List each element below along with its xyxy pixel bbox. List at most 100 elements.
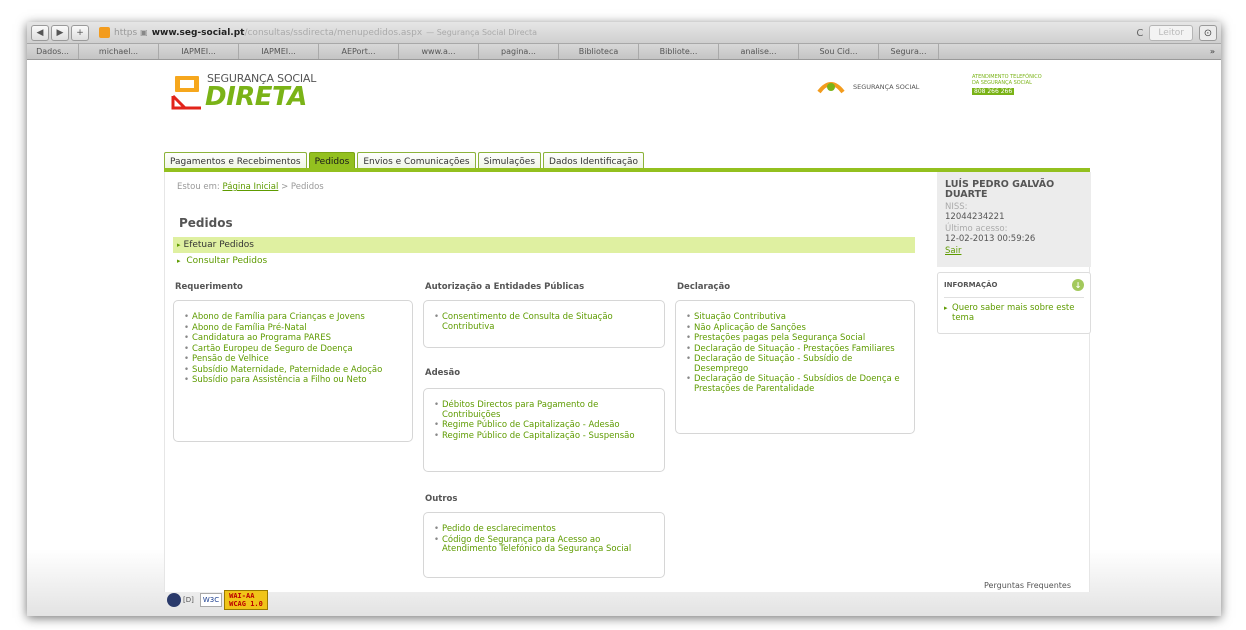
lock-icon: ▣ [140, 28, 148, 37]
bookmark-item[interactable]: IAPMEI... [159, 44, 239, 59]
back-button[interactable]: ◀ [31, 24, 49, 41]
list-item[interactable]: Abono de Família para Crianças e Jovens [182, 312, 404, 323]
bookmark-item[interactable]: Sou Cid... [799, 44, 879, 59]
requerimento-title: Requerimento [175, 282, 243, 292]
info-header: INFORMAÇÃO ↓ [944, 279, 1084, 298]
main-tabs: Pagamentos e Recebimentos Pedidos Envios… [164, 150, 646, 170]
breadcrumb: Estou em: Página Inicial > Pedidos [177, 182, 324, 192]
seguranca-social-brand[interactable]: SEGURANÇA SOCIAL [817, 78, 919, 96]
info-title: INFORMAÇÃO [944, 281, 998, 289]
list-item[interactable]: Débitos Directos para Pagamento de Contr… [432, 400, 656, 420]
bookmark-item[interactable]: michael... [79, 44, 159, 59]
page-content: SEGURANÇA SOCIAL DIRETA SEGURANÇA SOCIAL… [27, 60, 1221, 616]
footer-accessibility: [D] W3C WAI-AA WCAG 1.0 [167, 590, 268, 610]
list-item[interactable]: Pensão de Velhice [182, 354, 404, 365]
adesao-box: Débitos Directos para Pagamento de Contr… [423, 388, 665, 472]
bookmark-item[interactable]: IAPMEI... [239, 44, 319, 59]
breadcrumb-separator: > [281, 182, 289, 192]
d-link[interactable]: [D] [183, 596, 194, 604]
user-name: LUÍS PEDRO GALVÃO DUARTE [945, 179, 1055, 200]
list-item[interactable]: Código de Segurança para Acesso ao Atend… [432, 535, 656, 555]
list-item[interactable]: Candidatura ao Programa PARES [182, 333, 404, 344]
breadcrumb-home-link[interactable]: Página Inicial [223, 182, 279, 192]
wai-line1: WAI-AA [229, 592, 255, 600]
efetuar-pedidos-link[interactable]: ▸ Efetuar Pedidos [173, 237, 915, 253]
reload-icon[interactable]: C [1136, 28, 1143, 39]
bookmarks-bar: Dados... michael... IAPMEI... IAPMEI... … [27, 44, 1221, 60]
declaracao-title: Declaração [677, 282, 731, 292]
new-tab-button[interactable]: + [71, 24, 89, 41]
info-panel: INFORMAÇÃO ↓ Quero saber mais sobre este… [937, 272, 1091, 334]
outros-title: Outros [425, 494, 458, 504]
list-item[interactable]: Subsídio para Assistência a Filho ou Net… [182, 375, 404, 386]
browser-window: ◀ ▶ + https ▣ www.seg-social.pt /consult… [27, 22, 1221, 616]
list-item[interactable]: Consentimento de Consulta de Situação Co… [432, 312, 656, 332]
browser-toolbar: ◀ ▶ + https ▣ www.seg-social.pt /consult… [27, 22, 1221, 44]
phone-service-line2: DA SEGURANÇA SOCIAL [972, 80, 1032, 86]
niss-label: NISS: [945, 202, 968, 212]
wai-line2: WCAG 1.0 [229, 600, 263, 608]
list-item[interactable]: Subsídio Maternidade, Paternidade e Adoç… [182, 365, 404, 376]
efetuar-pedidos-label: Efetuar Pedidos [183, 240, 254, 250]
list-item[interactable]: Situação Contributiva [684, 312, 906, 323]
info-expand-icon[interactable]: ↓ [1072, 279, 1084, 291]
page-title-text: — Segurança Social Directa [426, 28, 538, 37]
bookmarks-more-button[interactable]: » [1204, 47, 1221, 56]
niss-value: 12044234221 [945, 212, 1005, 222]
autorizacao-title: Autorização a Entidades Públicas [425, 282, 585, 292]
bookmark-item[interactable]: Segura... [879, 44, 939, 59]
bookmark-item[interactable]: analise... [719, 44, 799, 59]
list-item[interactable]: Prestações pagas pela Segurança Social [684, 333, 906, 344]
arrow-right-icon: ▸ [177, 241, 181, 249]
autorizacao-box: Consentimento de Consulta de Situação Co… [423, 300, 665, 348]
bookmark-item[interactable]: pagina... [479, 44, 559, 59]
arrow-right-icon: ▸ [177, 257, 181, 265]
bookmark-item[interactable]: Bibliote... [639, 44, 719, 59]
bookmark-item[interactable]: www.a... [399, 44, 479, 59]
list-item[interactable]: Abono de Família Pré-Natal [182, 323, 404, 334]
consultar-pedidos-label: Consultar Pedidos [186, 256, 268, 266]
reader-button[interactable]: Leitor [1149, 25, 1193, 41]
list-item[interactable]: Regime Público de Capitalização - Suspen… [432, 431, 656, 442]
page-title: Pedidos [179, 216, 233, 230]
globe-icon[interactable] [167, 593, 181, 607]
address-bar[interactable]: https ▣ www.seg-social.pt /consultas/ssd… [99, 25, 719, 41]
consultar-pedidos-link[interactable]: ▸ Consultar Pedidos [177, 256, 267, 266]
list-item[interactable]: Cartão Europeu de Seguro de Doença [182, 344, 404, 355]
list-item[interactable]: Declaração de Situação - Prestações Fami… [684, 344, 906, 355]
favicon-icon [99, 27, 110, 38]
breadcrumb-current: Pedidos [290, 182, 324, 192]
bookmark-item[interactable]: AEPort... [319, 44, 399, 59]
logo-icon [171, 76, 201, 110]
list-item[interactable]: Declaração de Situação - Subsídio de Des… [684, 354, 906, 374]
breadcrumb-prefix: Estou em: [177, 182, 220, 192]
declaracao-box: Situação Contributiva Não Aplicação de S… [675, 300, 915, 434]
phone-number: 808 266 266 [972, 88, 1015, 95]
last-access-label: Último acesso: [945, 224, 1008, 234]
adesao-title: Adesão [425, 368, 461, 378]
requerimento-box: Abono de Família para Crianças e Jovens … [173, 300, 413, 442]
list-item[interactable]: Pedido de esclarecimentos [432, 524, 656, 535]
seguranca-social-logo-icon [817, 82, 845, 94]
url-protocol: https [114, 27, 138, 38]
list-item[interactable]: Declaração de Situação - Subsídios de Do… [684, 374, 906, 394]
forward-button[interactable]: ▶ [51, 24, 69, 41]
list-item[interactable]: Regime Público de Capitalização - Adesão [432, 420, 656, 431]
logout-link[interactable]: Sair [945, 246, 1083, 256]
w3c-badge[interactable]: W3C [199, 593, 223, 607]
bookmark-item[interactable]: Dados... [27, 44, 79, 59]
logo-main-text: DIRETA [205, 82, 307, 112]
info-link[interactable]: Quero saber mais sobre este tema [944, 303, 1084, 323]
bookmark-item[interactable]: Biblioteca [559, 44, 639, 59]
download-icon[interactable]: ⊙ [1199, 25, 1217, 41]
content-panel: Estou em: Página Inicial > Pedidos Pedid… [164, 172, 1091, 592]
wai-aa-badge[interactable]: WAI-AA WCAG 1.0 [224, 590, 268, 610]
brand-text: SEGURANÇA SOCIAL [853, 83, 920, 91]
list-item[interactable]: Não Aplicação de Sanções [684, 323, 906, 334]
faq-link[interactable]: Perguntas Frequentes [984, 581, 1071, 590]
outros-box: Pedido de esclarecimentos Código de Segu… [423, 512, 665, 578]
last-access-value: 12-02-2013 00:59:26 [945, 234, 1036, 244]
url-host: www.seg-social.pt [151, 27, 245, 38]
user-panel: LUÍS PEDRO GALVÃO DUARTE NISS: 120442342… [937, 172, 1091, 267]
phone-service-banner: ATENDIMENTO TELEFÓNICO DA SEGURANÇA SOCI… [972, 74, 1092, 96]
